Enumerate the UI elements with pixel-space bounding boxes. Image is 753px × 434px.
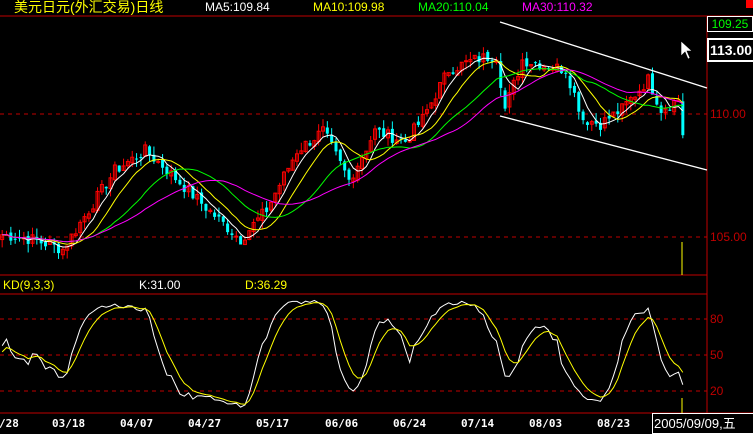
trend-channel-upper[interactable] (499, 21, 708, 89)
date-label: 05/17 (256, 417, 290, 430)
candle-body (135, 158, 139, 160)
date-label: 06/24 (393, 417, 427, 430)
date-label: 04/07 (120, 417, 154, 430)
candle-body (525, 58, 529, 67)
mouse-cursor-icon (680, 40, 693, 60)
date-label: 06/06 (325, 417, 359, 430)
price-axis-label: 105.00 (710, 230, 747, 244)
candle-body (226, 223, 230, 233)
candle-body (581, 111, 585, 121)
ma5-line (2, 57, 684, 248)
candle-body (382, 128, 386, 137)
cursor-price-box: 113.00 (707, 38, 753, 62)
candle-body (585, 122, 589, 125)
candle-body (334, 141, 338, 152)
cursor-price: 113.00 (709, 42, 753, 58)
candle-body (325, 127, 329, 134)
candle-body (44, 241, 48, 247)
date-readout-box: 2005/09/09,五 (652, 413, 753, 434)
last-price: 109.25 (711, 17, 749, 31)
date-label: 04/27 (188, 417, 222, 430)
kd-axis-label: 80 (710, 312, 724, 326)
candle-body (681, 101, 685, 136)
candle-body (577, 92, 581, 112)
candle-body (616, 111, 620, 115)
candle-body (221, 216, 225, 222)
candle-body (572, 85, 576, 93)
candle-body (650, 73, 654, 95)
kd-label: KD(9,3,3) (3, 278, 55, 292)
candle-body (139, 157, 143, 159)
candle-body (564, 72, 568, 74)
candle-body (217, 214, 221, 217)
chart-window: 美元日元(外汇交易)日线 MA5:109.84 MA10:109.98 MA20… (0, 0, 753, 434)
candle-body (117, 165, 121, 172)
candle-body (161, 159, 165, 168)
date-label: /28 (0, 417, 19, 430)
candle-body (234, 235, 239, 238)
candle-body (668, 109, 672, 111)
last-price-box: 109.25 (707, 16, 753, 32)
candle-body (503, 90, 507, 109)
candle-body (178, 179, 182, 185)
candle-body (265, 207, 269, 213)
price-axis-label: 110.00 (710, 107, 746, 121)
price-chart[interactable] (0, 0, 753, 434)
candle-body (607, 115, 611, 119)
candle-body (213, 212, 217, 217)
date-label: 03/18 (52, 417, 86, 430)
candle-body (347, 169, 351, 180)
candle-body (416, 121, 420, 125)
candle-body (104, 186, 108, 189)
candle-body (451, 72, 455, 74)
date-label: 08/23 (597, 417, 631, 430)
candle-body (568, 75, 572, 89)
d-line (1, 302, 684, 405)
candle-body (148, 146, 152, 156)
candle-body (338, 149, 342, 161)
candle-body (239, 236, 243, 245)
candle-body (464, 60, 469, 63)
k-readout: K:31.00 (139, 278, 181, 292)
candle-body (390, 128, 394, 143)
candle-body (659, 105, 663, 113)
candle-body (486, 51, 490, 62)
candle-body (308, 143, 312, 146)
ma20-line (2, 68, 683, 243)
d-readout: D:36.29 (245, 278, 288, 292)
candle-body (377, 127, 381, 130)
kd-axis-label: 20 (710, 384, 724, 398)
candle-body (165, 166, 169, 175)
date-readout: 2005/09/09,五 (654, 416, 736, 431)
candle-body (204, 204, 208, 211)
kd-axis-label: 50 (710, 348, 724, 362)
candle-body (330, 134, 334, 143)
candle-body (533, 62, 537, 64)
ma10-line (2, 60, 684, 245)
candle-body (403, 139, 407, 142)
candle-body (13, 238, 17, 240)
date-label: 07/14 (461, 417, 495, 430)
corner-indicator (746, 0, 753, 8)
candle-body (230, 233, 234, 235)
candle-body (156, 160, 161, 163)
date-label: 08/03 (529, 417, 563, 430)
